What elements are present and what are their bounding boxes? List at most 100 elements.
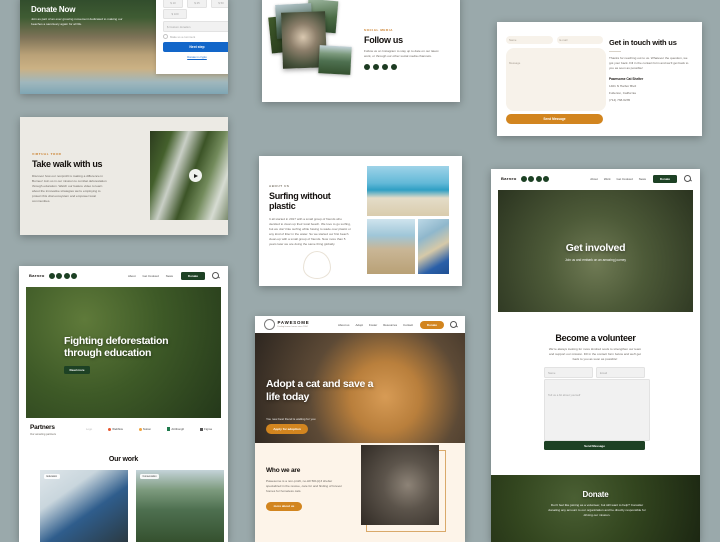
card-pawesome[interactable]: PAWESOME Finding forever homes since 200… xyxy=(255,316,465,542)
comment-checkbox[interactable] xyxy=(163,34,168,39)
nav-foster[interactable]: Foster xyxy=(369,323,377,327)
partner-logo-0: Logo xyxy=(86,427,93,431)
contact-address-line1: 1401 N Harbor Blvd xyxy=(609,83,637,88)
pawesome-brand-sub: Finding forever homes since 2004 xyxy=(277,325,308,328)
nav-resources[interactable]: Resources xyxy=(383,323,397,327)
shell-decoration-icon xyxy=(303,251,331,279)
surf-photo-2 xyxy=(367,219,415,274)
borneo-hero-button[interactable]: Read more xyxy=(64,366,90,374)
work-card-education[interactable]: Education xyxy=(40,470,128,542)
involved-donate-section: Donate Don't feel like joining as a volu… xyxy=(491,475,700,542)
borneo-involved-navbar[interactable]: Barneo About Work Get Involved News Dona… xyxy=(491,169,700,188)
partners-section: Partners Our amazing partners Logo Webfl… xyxy=(30,424,220,437)
work-card-tag-1: Conservation xyxy=(140,474,160,479)
nav-work[interactable]: Work xyxy=(604,177,611,181)
comment-checkbox-row[interactable]: Make us a comment xyxy=(163,34,195,39)
involved-hero-title: Get involved xyxy=(565,242,626,254)
surfing-copy: ABOUT US Surfing without plastic It all … xyxy=(269,184,353,247)
donation-form-panel[interactable]: $ 10 $ 25 $ 50 $ 100 $ Custom donation M… xyxy=(156,0,228,74)
surfing-body: It all started in 2017 with a small grou… xyxy=(269,216,351,247)
nav-about[interactable]: About xyxy=(590,177,598,181)
work-card-conservation[interactable]: Conservation xyxy=(136,470,224,542)
pawesome-donate-button[interactable]: Donate xyxy=(420,320,444,329)
partner-logo-4: Figma xyxy=(200,427,212,431)
nav-donate-button[interactable]: Donate xyxy=(181,271,205,280)
contact-name-input[interactable]: Name xyxy=(506,36,553,44)
follow-us-body: Follow us on Instagram to stay up to dat… xyxy=(364,49,439,59)
surfing-title: Surfing without plastic xyxy=(269,191,331,212)
search-icon[interactable] xyxy=(684,175,691,182)
search-icon[interactable] xyxy=(450,321,457,328)
contact-email-input[interactable]: E-mail xyxy=(556,36,603,44)
nav-adopt[interactable]: Adopt xyxy=(355,323,363,327)
facebook-icon[interactable] xyxy=(373,64,379,71)
donate-crypto-link[interactable]: Donate in crypto xyxy=(156,56,228,59)
donate-strip-title: Donate xyxy=(582,490,609,499)
youtube-icon[interactable] xyxy=(391,64,397,71)
card-virtual-tour[interactable]: VIRTUAL TOUR Take walk with us Discover … xyxy=(20,117,228,235)
social-icons-row[interactable] xyxy=(364,64,448,71)
amount-option-50[interactable]: $ 50 xyxy=(211,0,228,8)
volunteer-email-input[interactable]: Email xyxy=(596,367,645,378)
brand-dots-icon xyxy=(520,175,550,182)
virtual-tour-title: Take walk with us xyxy=(32,159,103,169)
donate-now-body: Join as part of an ever growing movement… xyxy=(31,17,123,27)
contact-title: Get in touch with us xyxy=(609,38,677,47)
card-surfing[interactable]: ABOUT US Surfing without plastic It all … xyxy=(259,156,462,286)
nav-donate-button[interactable]: Donate xyxy=(653,174,677,183)
instagram-icon[interactable] xyxy=(364,64,370,71)
nav-news[interactable]: News xyxy=(166,274,173,278)
nav-contact[interactable]: Contact xyxy=(403,323,413,327)
brand-dots-icon xyxy=(48,272,78,279)
work-card-tag-0: Education xyxy=(44,474,60,479)
borneo-brand[interactable]: Barneo xyxy=(29,273,45,278)
card-donate-now[interactable]: Donate Now Join as part of an ever growi… xyxy=(20,0,228,94)
contact-address-line2: Fullerton, California xyxy=(609,91,636,96)
custom-amount-input[interactable]: $ Custom donation xyxy=(163,21,228,32)
twitter-icon[interactable] xyxy=(382,64,388,71)
surfing-eyebrow: ABOUT US xyxy=(269,184,290,188)
surf-photo-3 xyxy=(418,219,449,274)
card-contact[interactable]: Name E-mail Message Send Message Get in … xyxy=(497,22,702,136)
who-we-are-title: Who we are xyxy=(266,467,301,474)
borneo-brand[interactable]: Barneo xyxy=(501,176,517,181)
borneo-hero-title: Fighting deforestation through education xyxy=(64,335,169,360)
borneo-home-navbar[interactable]: Barneo About Get Involved News Donate xyxy=(19,266,228,285)
play-video-button[interactable] xyxy=(189,169,202,182)
volunteer-send-message-button[interactable]: Send Message xyxy=(544,441,645,450)
partners-subtitle: Our amazing partners xyxy=(30,433,56,436)
card-borneo-involved[interactable]: Barneo About Work Get Involved News Dona… xyxy=(491,169,700,542)
amount-option-10[interactable]: $ 10 xyxy=(163,0,183,8)
apply-for-adoption-button[interactable]: Apply for adoption xyxy=(266,424,308,434)
donate-now-copy: Donate Now Join as part of an ever growi… xyxy=(31,5,131,28)
more-about-us-button[interactable]: more about us xyxy=(266,501,302,511)
nav-about[interactable]: About xyxy=(128,274,136,278)
nav-get-involved[interactable]: Get Involved xyxy=(617,177,633,181)
waterfall-video-thumbnail[interactable] xyxy=(150,131,228,220)
nav-get-involved[interactable]: Get Involved xyxy=(143,274,159,278)
involved-hero: Get involved Join us and embark on an am… xyxy=(498,190,693,312)
contact-copy: Get in touch with us Thanks for reaching… xyxy=(609,38,691,103)
virtual-tour-copy: VIRTUAL TOUR Take walk with us Discover … xyxy=(32,152,110,205)
volunteer-name-input[interactable]: Name xyxy=(544,367,593,378)
contact-message-textarea[interactable]: Message xyxy=(506,48,606,111)
volunteer-message-textarea[interactable]: Tell us a bit about yourself xyxy=(544,379,650,441)
nav-about-us[interactable]: About us xyxy=(338,323,349,327)
contact-send-message-button[interactable]: Send Message xyxy=(506,114,603,124)
contact-org-name: Pawesome Cat Shelter xyxy=(609,76,644,81)
amount-option-100[interactable]: $ 100 xyxy=(163,9,187,19)
pawesome-navbar[interactable]: PAWESOME Finding forever homes since 200… xyxy=(255,316,465,333)
card-follow-us[interactable]: SOCIAL MEDIA Follow us Follow us on Inst… xyxy=(262,0,460,102)
partner-logo-3: Attribongh xyxy=(167,427,184,431)
search-icon[interactable] xyxy=(212,272,219,279)
pawesome-about-copy: Who we are Pawesome is a non-profit, no-… xyxy=(266,467,348,512)
virtual-tour-body: Discover how our nonprofit is making a d… xyxy=(32,174,107,204)
volunteer-title: Become a volunteer xyxy=(555,333,636,343)
contact-phone: (714) 738-6235 xyxy=(609,98,631,103)
volunteer-body: We're always looking for more kindred so… xyxy=(548,347,642,362)
amount-option-25[interactable]: $ 25 xyxy=(187,0,207,8)
card-borneo-home[interactable]: Barneo About Get Involved News Donate Fi… xyxy=(19,266,228,542)
nav-news[interactable]: News xyxy=(639,177,646,181)
donate-next-step-button[interactable]: Next step xyxy=(163,42,228,52)
virtual-tour-eyebrow: VIRTUAL TOUR xyxy=(32,152,62,156)
